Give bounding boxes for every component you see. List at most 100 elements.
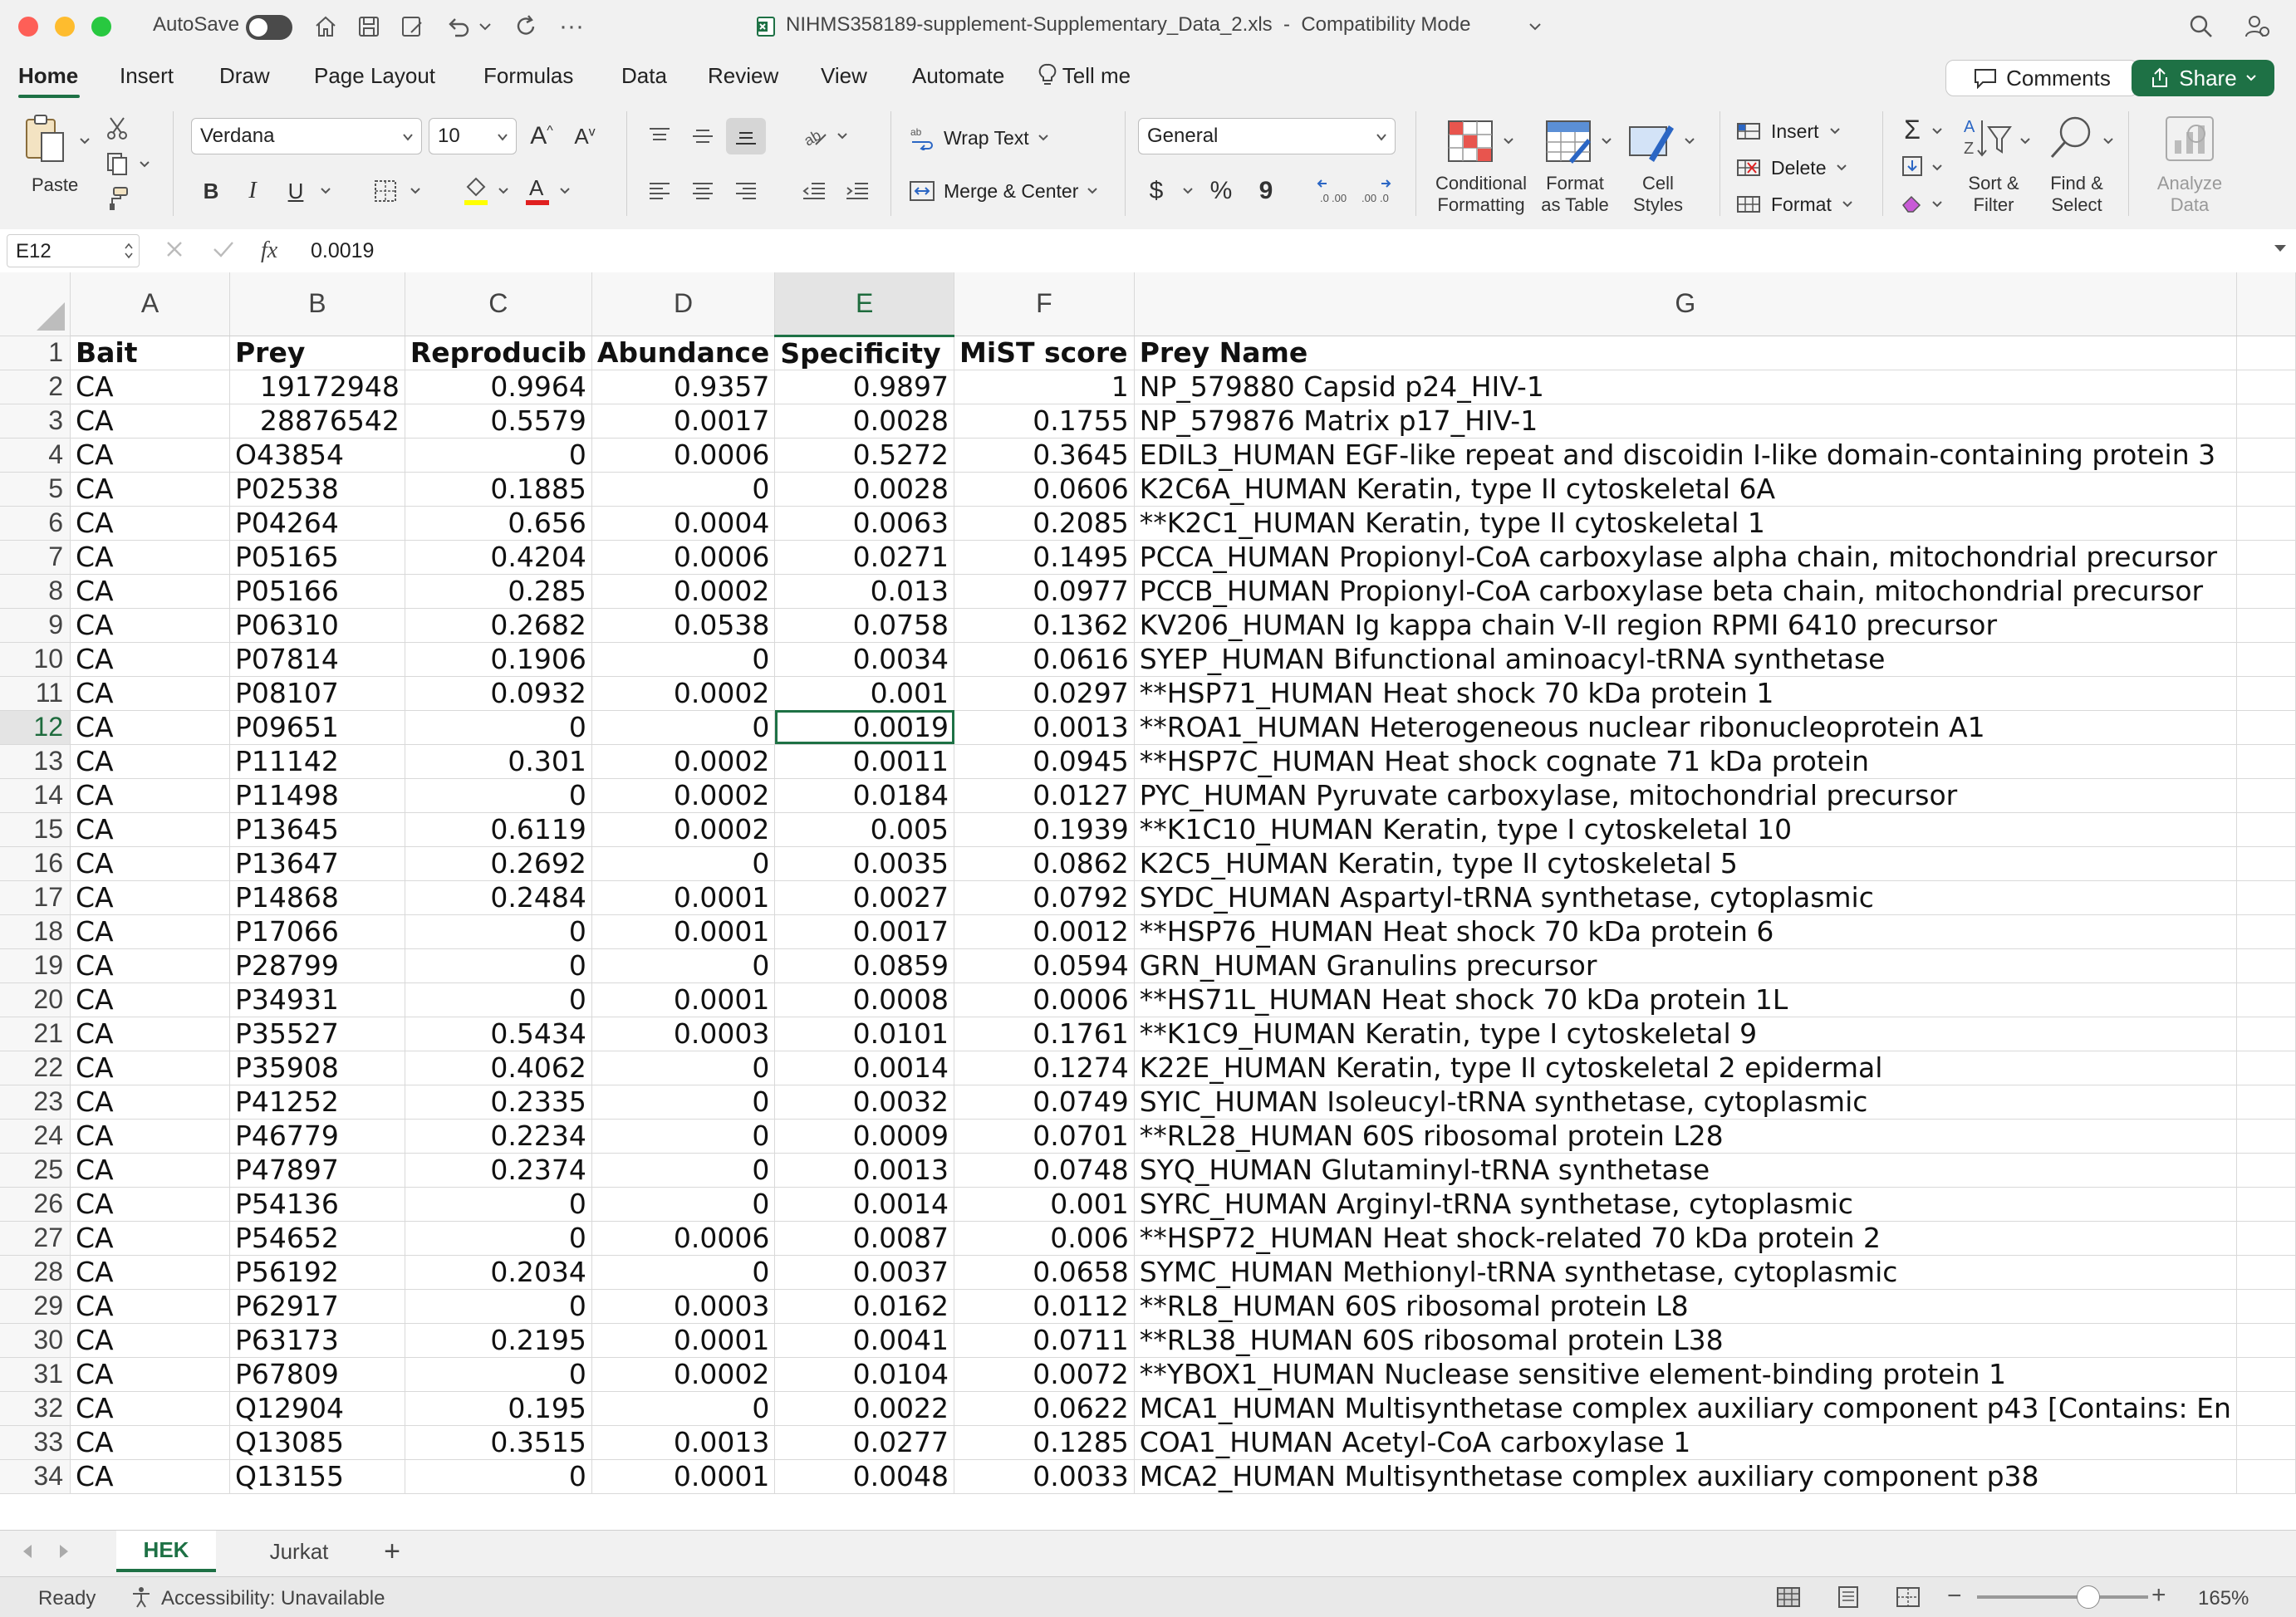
cell-mist-score[interactable]: 0.0127 [954, 778, 1135, 813]
cell-styles-chevron-down-icon[interactable] [1681, 133, 1698, 149]
row-header-25[interactable]: 25 [0, 1153, 71, 1188]
row-header-4[interactable]: 4 [0, 438, 71, 473]
cell-specificity[interactable]: 0.0014 [774, 1187, 955, 1222]
cell-prey[interactable]: P28799 [229, 948, 405, 983]
cell-prey[interactable]: P56192 [229, 1255, 405, 1290]
cell-prey[interactable]: 28876542 [229, 404, 405, 439]
row-header-17[interactable]: 17 [0, 880, 71, 915]
format-as-table-chevron-down-icon[interactable] [1598, 133, 1615, 149]
fill-color-chevron-down-icon[interactable] [495, 183, 512, 199]
cell-bait[interactable]: CA [70, 608, 230, 643]
cell-abundance[interactable]: 0.0003 [591, 1289, 776, 1324]
align-top-icon[interactable] [643, 120, 676, 153]
cell-prey-name[interactable]: EDIL3_HUMAN EGF-like repeat and discoidi… [1134, 438, 2237, 473]
redo-icon[interactable] [510, 10, 543, 43]
tab-view[interactable]: View [821, 63, 867, 89]
cell-reproducibility[interactable]: 0.3515 [405, 1425, 592, 1460]
cell-bait[interactable]: CA [70, 1085, 230, 1120]
cell[interactable] [2236, 710, 2296, 745]
row-header-9[interactable]: 9 [0, 608, 71, 643]
row-header-29[interactable]: 29 [0, 1289, 71, 1324]
cell-bait[interactable]: CA [70, 1255, 230, 1290]
cell-reproducibility[interactable]: 0.2195 [405, 1323, 592, 1358]
underline-button[interactable]: U [281, 174, 311, 208]
cell-bait[interactable]: CA [70, 540, 230, 575]
cell-specificity[interactable]: 0.0034 [774, 642, 955, 677]
cell-abundance[interactable]: 0.0001 [591, 1323, 776, 1358]
save-as-icon[interactable] [395, 10, 429, 43]
cell-prey[interactable]: P14868 [229, 880, 405, 915]
format-as-table-icon[interactable] [1542, 116, 1595, 166]
cell-specificity[interactable]: 0.0028 [774, 472, 955, 507]
cell-bait[interactable]: CA [70, 1459, 230, 1494]
cell-bait[interactable]: CA [70, 370, 230, 404]
cell-mist-score[interactable]: 0.0748 [954, 1153, 1135, 1188]
cell-bait[interactable]: CA [70, 710, 230, 745]
row-header-19[interactable]: 19 [0, 948, 71, 983]
column-header-c[interactable]: C [405, 272, 592, 336]
fill-icon[interactable] [1896, 149, 1929, 183]
cell-specificity[interactable]: 0.0013 [774, 1153, 955, 1188]
undo-icon[interactable] [442, 10, 475, 43]
cell-mist-score[interactable]: 0.0012 [954, 914, 1135, 949]
cell-specificity[interactable]: 0.0037 [774, 1255, 955, 1290]
cell-prey-name[interactable]: SYDC_HUMAN Aspartyl-tRNA synthetase, cyt… [1134, 880, 2237, 915]
cell-prey-name[interactable]: **K2C1_HUMAN Keratin, type II cytoskelet… [1134, 506, 2237, 541]
cell-abundance[interactable]: 0 [591, 1119, 776, 1154]
sort-filter-icon[interactable]: AZ [1960, 111, 2014, 166]
cell-abundance[interactable]: 0.0004 [591, 506, 776, 541]
cell-mist-score[interactable]: 0.1939 [954, 812, 1135, 847]
insert-function-button[interactable]: fx [261, 238, 277, 264]
cell-prey-name[interactable]: PCCB_HUMAN Propionyl-CoA carboxylase bet… [1134, 574, 2237, 609]
title-chevron-down-icon[interactable] [1525, 10, 1545, 43]
cell-prey[interactable]: P11142 [229, 744, 405, 779]
cell-prey[interactable]: P54136 [229, 1187, 405, 1222]
cell-specificity[interactable]: 0.0032 [774, 1085, 955, 1120]
cell-mist-score[interactable]: 0.0033 [954, 1459, 1135, 1494]
cell-prey-name[interactable]: SYMC_HUMAN Methionyl-tRNA synthetase, cy… [1134, 1255, 2237, 1290]
cell-bait[interactable]: CA [70, 778, 230, 813]
column-header-d[interactable]: D [591, 272, 776, 336]
formula-input[interactable]: 0.0019 [311, 239, 374, 263]
cell[interactable] [2236, 574, 2296, 609]
currency-chevron-down-icon[interactable] [1180, 183, 1196, 199]
sheet-tab-hek[interactable]: HEK [116, 1531, 216, 1572]
maximize-window-button[interactable] [91, 17, 111, 37]
cell-prey-name[interactable]: GRN_HUMAN Granulins precursor [1134, 948, 2237, 983]
cell-abundance[interactable]: 0 [591, 846, 776, 881]
row-header-3[interactable]: 3 [0, 404, 71, 439]
cell-abundance[interactable]: 0.0002 [591, 1357, 776, 1392]
cell-abundance[interactable]: 0 [591, 948, 776, 983]
cell-specificity[interactable]: 0.0027 [774, 880, 955, 915]
zoom-slider-thumb[interactable] [2076, 1585, 2100, 1609]
page-layout-view-icon[interactable] [1836, 1585, 1861, 1609]
column-header-b[interactable]: B [229, 272, 405, 336]
bold-button[interactable]: B [196, 174, 226, 208]
cell-prey-name[interactable]: **HSP71_HUMAN Heat shock 70 kDa protein … [1134, 676, 2237, 711]
find-select-icon[interactable] [2045, 111, 2098, 166]
align-right-icon[interactable] [729, 174, 763, 208]
cell-prey-name[interactable]: KV206_HUMAN Ig kappa chain V-II region R… [1134, 608, 2237, 643]
underline-chevron-down-icon[interactable] [317, 183, 334, 199]
row-header-27[interactable]: 27 [0, 1221, 71, 1256]
cell-bait[interactable]: CA [70, 880, 230, 915]
cell-mist-score[interactable]: 0.1761 [954, 1017, 1135, 1051]
cell-specificity[interactable]: 0.0019 [774, 710, 955, 745]
orientation-icon[interactable]: ab [799, 120, 832, 153]
tab-draw[interactable]: Draw [219, 63, 270, 89]
decrease-indent-icon[interactable] [797, 174, 831, 208]
cell-bait[interactable]: CA [70, 506, 230, 541]
autosum-chevron-down-icon[interactable] [1929, 123, 1945, 140]
cell-mist-score[interactable]: 0.1755 [954, 404, 1135, 439]
cell-reproducibility[interactable]: 0 [405, 778, 592, 813]
search-icon[interactable] [2185, 10, 2218, 43]
cell-specificity[interactable]: 0.013 [774, 574, 955, 609]
conditional-formatting-icon[interactable] [1444, 116, 1497, 166]
cell-prey[interactable]: 19172948 [229, 370, 405, 404]
cell-prey[interactable]: P35908 [229, 1051, 405, 1085]
cell-specificity[interactable]: 0.0859 [774, 948, 955, 983]
select-all-corner[interactable] [0, 272, 71, 336]
cell-specificity[interactable]: 0.0063 [774, 506, 955, 541]
cell-mist-score[interactable]: 0.0072 [954, 1357, 1135, 1392]
cell-prey[interactable]: P67809 [229, 1357, 405, 1392]
